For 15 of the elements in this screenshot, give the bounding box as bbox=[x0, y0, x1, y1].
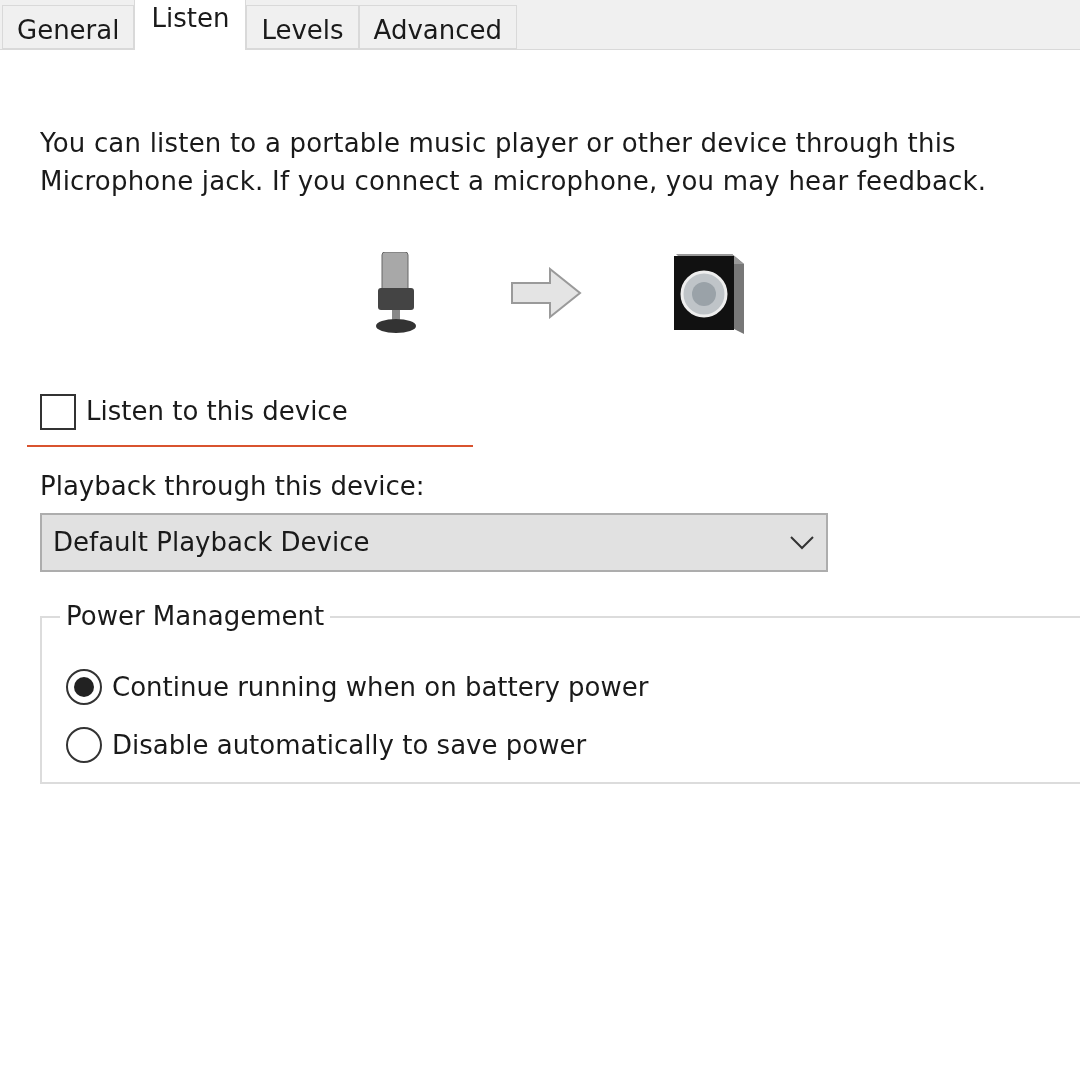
checkbox[interactable] bbox=[40, 393, 76, 430]
description-text: You can listen to a portable music player or other device through this Microphone jack. If you connect a microphone, you may hear feedback. bbox=[40, 127, 988, 198]
radio-button[interactable] bbox=[66, 669, 102, 705]
tab[interactable]: Levels bbox=[246, 5, 359, 49]
radio-option[interactable]: Disable automatically to save power bbox=[66, 726, 1080, 764]
tab[interactable]: General bbox=[2, 5, 135, 49]
tab[interactable]: Advanced bbox=[358, 5, 518, 49]
radio-button[interactable] bbox=[66, 727, 102, 763]
playback-dropdown[interactable]: Default Playback Device bbox=[40, 513, 828, 572]
right-arrow-icon bbox=[510, 267, 582, 319]
radio-option[interactable]: Continue running when on battery power bbox=[66, 668, 1080, 706]
chevron-down-icon bbox=[789, 534, 815, 551]
checkbox-label: Listen to this device bbox=[86, 395, 348, 428]
playback-label: Playback through this device: bbox=[40, 470, 426, 503]
tab[interactable]: Listen bbox=[134, 0, 247, 50]
